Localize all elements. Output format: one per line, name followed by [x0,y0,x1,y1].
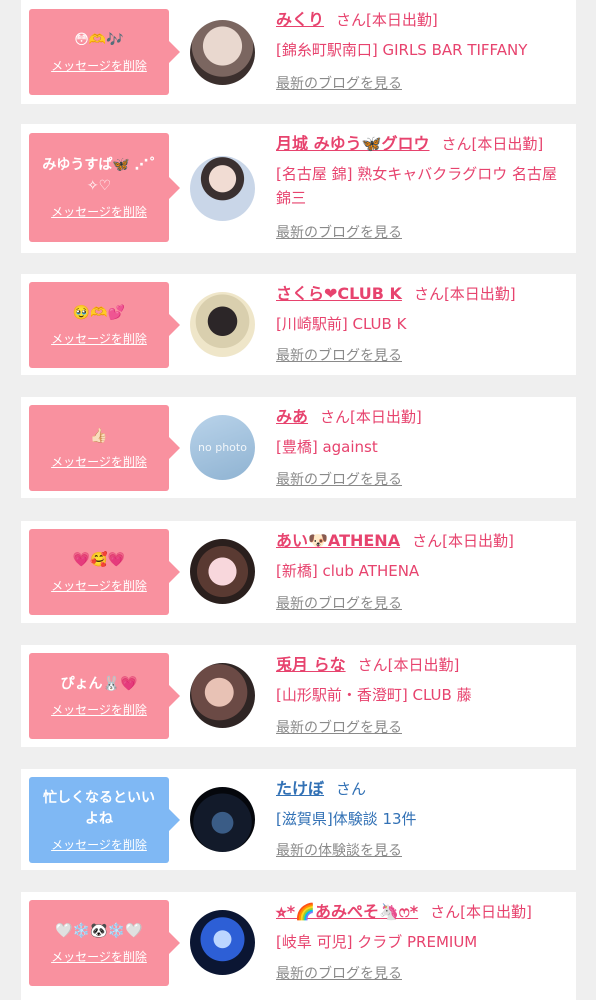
honorific: さん [357,656,388,674]
honorific: さん [336,11,367,29]
list-item: みゆうすぱ🦋 ⋰˚✧♡ メッセージを削除 月城 みゆう🦋グロウ さん[本日出勤] … [21,124,576,253]
card-info: あい🐶ATHENA さん[本日出勤] [新橋] club ATHENA [276,530,570,583]
store-link[interactable]: [川崎駅前] CLUB K [276,312,570,336]
store-link[interactable]: [岐阜 可児] クラブ PREMIUM [276,930,570,954]
list-item: 💗🥰💗 メッセージを削除 あい🐶ATHENA さん[本日出勤] [新橋] club… [21,521,576,623]
list-item: 👍🏻 メッセージを削除 no photo みあ さん[本日出勤] [豊橋] aga… [21,397,576,498]
store-link[interactable]: [豊橋] against [276,435,570,459]
store-link[interactable]: [名古屋 錦] 熟女キャバクラグロウ 名古屋錦三 [276,162,570,210]
status-badge: [本日出勤] [460,903,532,921]
message-bubble: 😳🫶🎶 メッセージを削除 [29,9,180,95]
list-item: 忙しくなるといいよね メッセージを削除 たけぼ さん [滋賀県]体験談 13件 最… [21,769,576,870]
message-list: 😳🫶🎶 メッセージを削除 みくり さん[本日出勤] [錦糸町駅南口] GIRLS … [0,0,596,1000]
card-info: 兎月 らな さん[本日出勤] [山形駅前・香澄町] CLUB 藤 [276,654,570,707]
status-badge: [本日出勤] [442,532,514,550]
message-text: ぴょん🐰💗 [60,676,138,692]
delete-message-link[interactable]: メッセージを削除 [51,703,147,718]
avatar[interactable] [190,156,255,221]
status-badge: [本日出勤] [387,656,460,674]
honorific: さん [412,532,443,550]
message-text: 😳🫶🎶 [74,32,124,48]
message-bubble: 👍🏻 メッセージを削除 [29,405,180,491]
message-bubble: ぴょん🐰💗 メッセージを削除 [29,653,180,739]
delete-message-link[interactable]: メッセージを削除 [51,950,147,965]
store-link[interactable]: [新橋] club ATHENA [276,559,570,583]
list-item: 😳🫶🎶 メッセージを削除 みくり さん[本日出勤] [錦糸町駅南口] GIRLS … [21,0,576,104]
honorific: さん [320,408,351,426]
message-bubble: みゆうすぱ🦋 ⋰˚✧♡ メッセージを削除 [29,133,180,242]
message-text: 👍🏻 [90,428,108,444]
latest-review-link[interactable]: 最新の体験談を見る [276,842,402,860]
list-item: ぴょん🐰💗 メッセージを削除 兎月 らな さん[本日出勤] [山形駅前・香澄町] … [21,645,576,747]
honorific: さん [430,903,461,921]
avatar[interactable] [190,292,255,357]
list-item: 🥹🫶💕 メッセージを削除 さくら❤CLUB K さん[本日出勤] [川崎駅前] C… [21,274,576,375]
latest-blog-link[interactable]: 最新のブログを見る [276,224,402,242]
store-link[interactable]: [山形駅前・香澄町] CLUB 藤 [276,683,570,707]
message-bubble: 🤍❄️🐼❄️🤍 メッセージを削除 [29,900,180,986]
status-badge: [本日出勤] [366,11,438,29]
card-info: 月城 みゆう🦋グロウ さん[本日出勤] [名古屋 錦] 熟女キャバクラグロウ 名古… [276,133,570,210]
honorific: さん [413,285,444,303]
avatar[interactable] [190,539,255,604]
delete-message-link[interactable]: メッセージを削除 [51,455,147,470]
name-link[interactable]: みあ [276,407,308,426]
latest-blog-link[interactable]: 最新のブログを見る [276,471,402,489]
card-info: ⭐︎*🌈あみぺそ🦄ෆ* さん[本日出勤] [岐阜 可児] クラブ PREMIUM [276,901,570,954]
avatar[interactable] [190,787,255,852]
delete-message-link[interactable]: メッセージを削除 [51,838,147,853]
message-bubble: 🥹🫶💕 メッセージを削除 [29,282,180,368]
latest-blog-link[interactable]: 最新のブログを見る [276,965,402,983]
latest-blog-link[interactable]: 最新のブログを見る [276,719,402,737]
honorific: さん [441,135,472,153]
latest-blog-link[interactable]: 最新のブログを見る [276,595,402,613]
delete-message-link[interactable]: メッセージを削除 [51,579,147,594]
name-link[interactable]: ⭐︎*🌈あみぺそ🦄ෆ* [276,902,418,921]
avatar[interactable] [190,910,255,975]
name-link[interactable]: たけぼ [276,779,324,798]
list-item: 🤍❄️🐼❄️🤍 メッセージを削除 ⭐︎*🌈あみぺそ🦄ෆ* さん[本日出勤] [岐阜… [21,892,576,1000]
message-bubble: 💗🥰💗 メッセージを削除 [29,529,180,615]
delete-message-link[interactable]: メッセージを削除 [51,59,147,74]
delete-message-link[interactable]: メッセージを削除 [51,205,147,220]
avatar[interactable] [190,663,255,728]
message-text: 🥹🫶💕 [72,305,126,321]
latest-blog-link[interactable]: 最新のブログを見る [276,347,402,365]
honorific: さん [336,780,367,798]
message-text: 忙しくなるといいよね [43,789,155,827]
avatar[interactable] [190,20,255,85]
card-info: みあ さん[本日出勤] [豊橋] against [276,406,570,459]
message-bubble: 忙しくなるといいよね メッセージを削除 [29,777,180,863]
status-badge: [本日出勤] [350,408,422,426]
message-text: 🤍❄️🐼❄️🤍 [55,923,143,939]
name-link[interactable]: あい🐶ATHENA [276,531,400,550]
no-photo-avatar[interactable]: no photo [190,415,255,480]
name-link[interactable]: 兎月 らな [276,655,346,674]
card-info: たけぼ さん [滋賀県]体験談 13件 [276,778,570,831]
name-link[interactable]: さくら❤CLUB K [276,284,402,303]
delete-message-link[interactable]: メッセージを削除 [51,332,147,347]
name-link[interactable]: みくり [276,10,324,29]
store-link[interactable]: [滋賀県]体験談 13件 [276,807,570,831]
message-text: 💗🥰💗 [72,552,126,568]
status-badge: [本日出勤] [471,135,544,153]
card-info: さくら❤CLUB K さん[本日出勤] [川崎駅前] CLUB K [276,283,570,336]
status-badge: [本日出勤] [443,285,516,303]
name-link[interactable]: 月城 みゆう🦋グロウ [276,134,430,153]
card-info: みくり さん[本日出勤] [錦糸町駅南口] GIRLS BAR TIFFANY [276,9,570,62]
store-link[interactable]: [錦糸町駅南口] GIRLS BAR TIFFANY [276,38,570,62]
latest-blog-link[interactable]: 最新のブログを見る [276,75,402,93]
message-text: みゆうすぱ🦋 ⋰˚✧♡ [42,157,156,194]
no-photo-label: no photo [198,441,247,454]
